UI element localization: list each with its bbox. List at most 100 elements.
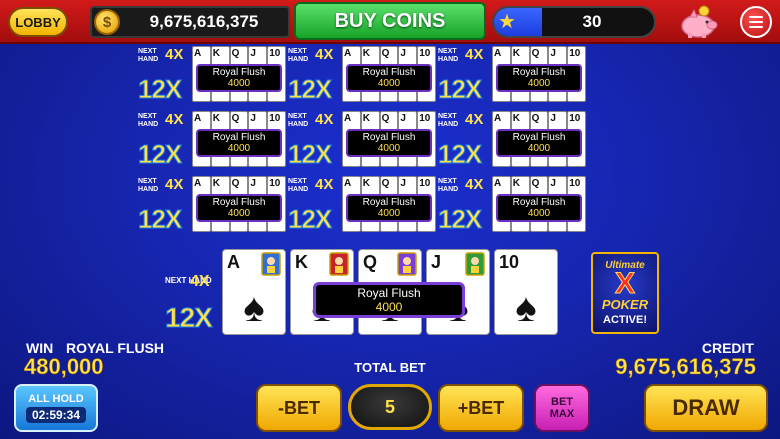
credit-value: 9,675,616,375 — [615, 354, 756, 380]
court-figure-icon — [329, 252, 349, 276]
next-hand-label: NEXT HAND — [138, 113, 159, 128]
extra-hand: NEXT HAND 4X 12X A K Q J 10 Royal Flush 4000 — [287, 46, 438, 105]
hand-multiplier: 12X — [137, 204, 182, 235]
hand-result: Royal Flush 4000 — [196, 129, 282, 157]
hand-result: Royal Flush 4000 — [346, 129, 432, 157]
next-hand-multiplier: 4X — [465, 46, 484, 63]
extra-hand: NEXT HAND 4X 12X A K Q J 10 Royal Flush 4000 — [287, 111, 438, 170]
buy-coins-button[interactable]: BUY COINS — [294, 2, 486, 40]
spade-icon: ♠ — [515, 286, 537, 330]
playing-card[interactable]: A ♠ — [222, 249, 286, 335]
next-hand-multiplier: 4X — [465, 176, 484, 193]
court-figure-icon — [261, 252, 281, 276]
hand-result: Royal Flush 4000 — [196, 194, 282, 222]
decrease-bet-button[interactable]: -BET — [256, 384, 342, 432]
hand-name: Royal Flush — [212, 132, 266, 143]
hand-name: Royal Flush — [212, 67, 266, 78]
hand-name: Royal Flush — [212, 197, 266, 208]
hand-payout: 4000 — [377, 208, 401, 219]
lobby-button[interactable]: LOBBY — [8, 7, 68, 37]
next-hand-multiplier: 4X — [315, 46, 334, 63]
hand-result: Royal Flush 4000 — [496, 129, 582, 157]
coin-balance: $ 9,675,616,375 — [90, 6, 290, 38]
next-hand-multiplier: 4X — [315, 111, 334, 128]
next-hand-multiplier: 4X — [165, 176, 184, 193]
draw-button[interactable]: DRAW — [644, 384, 768, 432]
hand-name: Royal Flush — [512, 67, 566, 78]
star-icon: ★ — [498, 11, 516, 33]
hand-name: Royal Flush — [362, 132, 416, 143]
main-hand-payout: 4000 — [375, 300, 403, 314]
court-figure-icon — [465, 252, 485, 276]
extra-hand: NEXT HAND 4X 12X A K Q J 10 Royal Flush 4000 — [437, 176, 588, 235]
spade-icon: ♠ — [243, 286, 265, 330]
hand-multiplier: 12X — [437, 74, 482, 105]
main-hand-result: Royal Flush 4000 — [313, 282, 465, 318]
all-hold-label: ALL HOLD — [28, 393, 84, 405]
hand-payout: 4000 — [227, 208, 251, 219]
playing-card[interactable]: 10 ♠ — [494, 249, 558, 335]
coin-value: 9,675,616,375 — [149, 12, 259, 31]
level-progress: ★ 30 — [492, 6, 656, 38]
card-rank: A — [227, 252, 240, 272]
extra-hand: NEXT HAND 4X 12X A K Q J 10 Royal Flush 4000 — [137, 111, 288, 170]
hand-payout: 4000 — [527, 143, 551, 154]
hand-result: Royal Flush 4000 — [346, 194, 432, 222]
card-rank: 10 — [499, 252, 520, 272]
hand-payout: 4000 — [227, 143, 251, 154]
next-hand-multiplier: 4X — [465, 111, 484, 128]
hand-payout: 4000 — [377, 143, 401, 154]
next-hand-label: NEXT HAND — [138, 178, 159, 193]
increase-bet-button[interactable]: +BET — [438, 384, 524, 432]
hand-multiplier: 12X — [287, 74, 332, 105]
win-value: 480,000 — [24, 354, 104, 380]
all-hold-timer: 02:59:34 — [25, 407, 87, 423]
hand-result: Royal Flush 4000 — [346, 64, 432, 92]
extra-hand: NEXT HAND 4X 12X A K Q J 10 Royal Flush 4000 — [287, 176, 438, 235]
court-figure-icon — [397, 252, 417, 276]
menu-button[interactable] — [740, 6, 772, 38]
hand-result: Royal Flush 4000 — [496, 194, 582, 222]
extra-hand: NEXT HAND 4X 12X A K Q J 10 Royal Flush 4000 — [137, 46, 288, 105]
hand-multiplier: 12X — [437, 204, 482, 235]
extra-hand: NEXT HAND 4X 12X A K Q J 10 Royal Flush 4000 — [437, 111, 588, 170]
hand-name: Royal Flush — [362, 197, 416, 208]
hand-payout: 4000 — [227, 78, 251, 89]
hand-multiplier: 12X — [287, 204, 332, 235]
hand-multiplier: 12X — [137, 74, 182, 105]
hand-payout: 4000 — [527, 78, 551, 89]
next-hand-label: NEXT HAND — [438, 48, 459, 63]
card-rank: J — [431, 252, 442, 272]
hand-payout: 4000 — [527, 208, 551, 219]
next-hand-label: NEXT HAND — [438, 178, 459, 193]
main-hand-name: Royal Flush — [357, 286, 421, 300]
hand-payout: 4000 — [377, 78, 401, 89]
hand-multiplier: 12X — [137, 139, 182, 170]
main-next-multiplier: 4X — [190, 273, 210, 290]
piggy-bank-icon[interactable] — [676, 4, 722, 40]
hand-multiplier: 12X — [437, 139, 482, 170]
top-bar: LOBBY $ 9,675,616,375 BUY COINS ★ 30 — [0, 0, 780, 44]
main-multiplier: 12X — [165, 302, 214, 334]
hand-result: Royal Flush 4000 — [196, 64, 282, 92]
card-rank: K — [295, 252, 308, 272]
hand-name: Royal Flush — [512, 197, 566, 208]
next-hand-label: NEXT HAND — [288, 178, 309, 193]
next-hand-label: NEXT HAND — [288, 113, 309, 128]
total-bet-value: 5 — [348, 384, 432, 430]
hand-name: Royal Flush — [512, 132, 566, 143]
coin-icon: $ — [94, 9, 120, 35]
level-number: 30 — [582, 12, 602, 31]
hand-result: Royal Flush 4000 — [496, 64, 582, 92]
next-hand-multiplier: 4X — [165, 46, 184, 63]
all-hold-button[interactable]: ALL HOLD 02:59:34 — [14, 384, 98, 432]
hamburger-menu-icon — [749, 16, 763, 18]
next-hand-label: NEXT HAND — [138, 48, 159, 63]
card-rank: Q — [363, 252, 378, 272]
next-hand-label: NEXT HAND — [288, 48, 309, 63]
next-hand-multiplier: 4X — [315, 176, 334, 193]
total-bet-label: TOTAL BET — [354, 360, 426, 375]
bet-max-button[interactable]: BET MAX — [534, 384, 590, 432]
extra-hand: NEXT HAND 4X 12X A K Q J 10 Royal Flush 4000 — [137, 176, 288, 235]
next-hand-multiplier: 4X — [165, 111, 184, 128]
